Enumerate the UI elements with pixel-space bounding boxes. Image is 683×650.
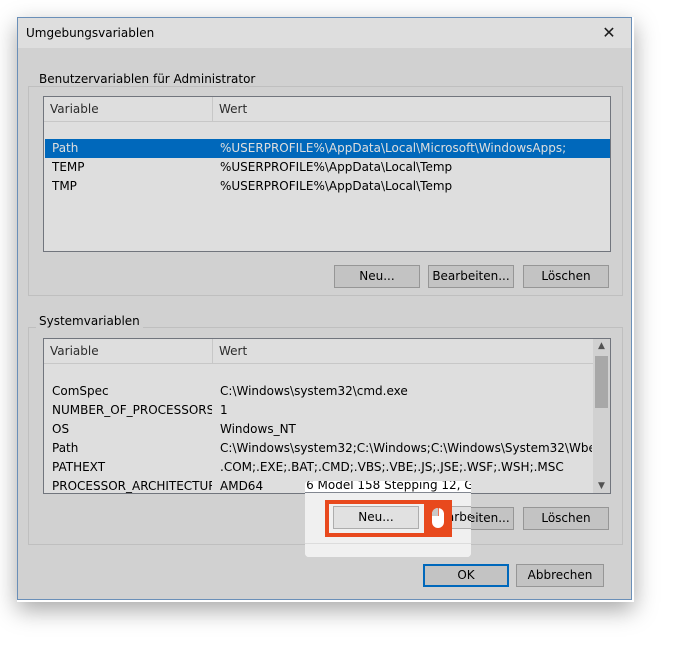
table-row[interactable]: Path %USERPROFILE%\AppData\Local\Microsof… bbox=[45, 139, 610, 158]
row-variable: TEMP bbox=[52, 160, 85, 174]
table-row[interactable]: OS Windows_NT bbox=[45, 420, 594, 439]
table-row[interactable]: NUMBER_OF_PROCESSORS 1 bbox=[45, 401, 594, 420]
scroll-thumb[interactable] bbox=[595, 356, 608, 408]
dialog-title: Umgebungsvariablen bbox=[26, 26, 155, 40]
table-row[interactable]: ComSpec C:\Windows\system32\cmd.exe bbox=[45, 382, 594, 401]
row-value: %USERPROFILE%\AppData\Local\Microsoft\Wi… bbox=[220, 141, 567, 155]
column-header-value[interactable]: Wert bbox=[212, 97, 610, 121]
row-variable: PROCESSOR_ARCHITECTURE bbox=[52, 479, 212, 493]
close-icon: ✕ bbox=[602, 23, 616, 42]
column-header-value[interactable]: Wert bbox=[212, 339, 595, 363]
row-variable: NUMBER_OF_PROCESSORS bbox=[52, 403, 212, 417]
row-value: .COM;.EXE;.BAT;.CMD;.VBS;.VBE;.JS;.JSE;.… bbox=[220, 460, 564, 474]
user-new-button[interactable]: Neu... bbox=[334, 265, 420, 288]
column-header-variable[interactable]: Variable bbox=[44, 339, 212, 363]
row-value: %USERPROFILE%\AppData\Local\Temp bbox=[220, 160, 453, 174]
row-value: C:\Windows\system32;C:\Windows;C:\Window… bbox=[220, 441, 592, 455]
user-delete-button[interactable]: Löschen bbox=[523, 265, 609, 288]
table-row[interactable]: TMP %USERPROFILE%\AppData\Local\Temp bbox=[45, 177, 610, 196]
user-variables-label: Benutzervariablen für Administrator bbox=[36, 72, 259, 86]
row-variable: OS bbox=[52, 422, 70, 436]
user-variables-list[interactable]: Variable Wert Path %USERPROFILE%\AppData\… bbox=[43, 96, 611, 252]
vertical-scrollbar[interactable]: ▲ ▼ bbox=[593, 339, 610, 493]
table-row[interactable]: PATHEXT .COM;.EXE;.BAT;.CMD;.VBS;.VBE;.JS… bbox=[45, 458, 594, 477]
row-value: C:\Windows\system32\cmd.exe bbox=[220, 384, 408, 398]
list-header: Variable Wert bbox=[44, 339, 593, 364]
close-button[interactable]: ✕ bbox=[587, 18, 631, 48]
list-header: Variable Wert bbox=[44, 97, 610, 122]
column-header-variable[interactable]: Variable bbox=[44, 97, 212, 121]
user-edit-button[interactable]: Bearbeiten... bbox=[428, 265, 514, 288]
system-variables-label: Systemvariablen bbox=[36, 314, 143, 328]
row-value: Windows_NT bbox=[220, 422, 296, 436]
system-variables-list[interactable]: Variable Wert ComSpec C:\Windows\system32… bbox=[43, 338, 611, 494]
row-variable: ComSpec bbox=[52, 384, 109, 398]
scroll-up-icon[interactable]: ▲ bbox=[593, 341, 610, 351]
mouse-badge bbox=[424, 500, 452, 537]
row-variable: Path bbox=[52, 141, 79, 155]
table-row[interactable]: TEMP %USERPROFILE%\AppData\Local\Temp bbox=[45, 158, 610, 177]
row-variable: TMP bbox=[52, 179, 77, 193]
title-bar: Umgebungsvariablen ✕ bbox=[18, 18, 631, 48]
table-row[interactable]: Path C:\Windows\system32;C:\Windows;C:\Wi… bbox=[45, 439, 594, 458]
row-value: 1 bbox=[220, 403, 228, 417]
row-variable: PATHEXT bbox=[52, 460, 106, 474]
scroll-down-icon[interactable]: ▼ bbox=[593, 481, 610, 491]
row-value: %USERPROFILE%\AppData\Local\Temp bbox=[220, 179, 453, 193]
mouse-icon bbox=[432, 508, 444, 528]
cancel-button[interactable]: Abbrechen bbox=[516, 564, 604, 587]
system-delete-button[interactable]: Löschen bbox=[523, 507, 609, 530]
ok-button[interactable]: OK bbox=[423, 564, 509, 587]
row-variable: Path bbox=[52, 441, 79, 455]
